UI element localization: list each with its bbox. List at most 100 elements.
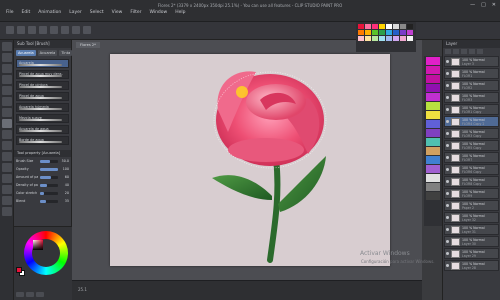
redo-icon[interactable] [50,26,58,34]
trash-icon[interactable] [477,49,483,54]
pencil-tool-icon[interactable] [2,108,12,117]
visibility-eye-icon[interactable] [446,228,449,231]
property-slider[interactable] [40,159,58,163]
saturation-value-square[interactable] [33,240,43,250]
menu-layer[interactable]: Layer [67,10,84,15]
property-slider[interactable] [40,183,58,187]
gradient-tool-icon[interactable] [2,185,12,194]
history-color-swatch[interactable] [426,192,440,200]
brush-item[interactable]: Borde de agua [16,136,69,145]
palette-color-swatch[interactable] [365,30,371,35]
palette-color-swatch[interactable] [379,24,385,29]
selection-tool-icon[interactable] [2,75,12,84]
visibility-eye-icon[interactable] [446,132,449,135]
layer-row[interactable]: 100 % Normal Layer 28 [444,260,499,271]
property-value[interactable]: 50.0 [60,159,69,163]
visibility-eye-icon[interactable] [446,156,449,159]
palette-color-swatch[interactable] [372,36,378,41]
history-color-swatch[interactable] [426,138,440,146]
new-folder-icon[interactable] [453,49,459,54]
layer-row[interactable]: 100 % Normal FLOR1 [444,68,499,79]
brush-item[interactable]: Pincel de agua muy dens. [16,70,69,79]
property-value[interactable]: 20 [60,191,69,195]
operation-tool-icon[interactable] [2,64,12,73]
layer-row[interactable]: 100 % Normal FLOR6 Copy [444,164,499,175]
layer-row[interactable]: 100 % Normal Layer 31 [444,224,499,235]
property-value[interactable]: 40 [60,183,69,187]
visibility-eye-icon[interactable] [446,168,449,171]
visibility-eye-icon[interactable] [446,72,449,75]
visibility-eye-icon[interactable] [446,120,449,123]
palette-color-swatch[interactable] [372,24,378,29]
menu-file[interactable]: File [4,10,16,15]
text-tool-icon[interactable] [2,207,12,216]
layer-row[interactable]: 100 % Normal FLOR1 Copy [444,104,499,115]
property-value[interactable]: 60 [60,175,69,179]
layer-row[interactable]: 100 % Normal FLOR5 Copy [444,140,499,151]
brush-tool-icon[interactable] [2,119,12,128]
palette-color-swatch[interactable] [358,36,364,41]
palette-color-swatch[interactable] [365,36,371,41]
layer-row[interactable]: 100 % Normal Layer 29 [444,248,499,259]
drawing-canvas[interactable] [110,54,390,266]
history-color-swatch[interactable] [426,156,440,164]
airbrush-tool-icon[interactable] [2,130,12,139]
history-color-swatch[interactable] [426,111,440,119]
maximize-icon[interactable]: □ [481,2,486,8]
history-color-swatch[interactable] [426,183,440,191]
menu-help[interactable]: Help [173,10,187,15]
visibility-eye-icon[interactable] [446,240,449,243]
palette-color-swatch[interactable] [393,36,399,41]
property-value[interactable]: 35 [60,199,69,203]
palette-color-swatch[interactable] [386,36,392,41]
zoom-readout[interactable]: 25.1 [78,287,87,292]
transform-icon[interactable] [72,26,80,34]
menu-window[interactable]: Window [147,10,169,15]
main-color-swatch[interactable] [16,267,22,273]
menu-select[interactable]: Select [88,10,106,15]
history-color-swatch[interactable] [426,165,440,173]
palette-color-swatch[interactable] [379,30,385,35]
layer-row[interactable]: 100 % Normal FLOR7 [444,152,499,163]
visibility-eye-icon[interactable] [446,144,449,147]
color-wheel[interactable] [24,231,68,275]
color-wheel-tab[interactable] [16,292,24,297]
tab-acuarela-1[interactable]: Acuarela [16,50,36,56]
layer-row[interactable]: 100 % Normal FLOR3 [444,92,499,103]
lock-icon[interactable] [461,49,467,54]
layer-row[interactable]: 100 % Normal FLOR8 Copy [444,176,499,187]
blend-tool-icon[interactable] [2,163,12,172]
layer-row[interactable]: 100 % Normal Layer 32 [444,212,499,223]
visibility-eye-icon[interactable] [446,180,449,183]
palette-color-swatch[interactable] [358,24,364,29]
palette-color-swatch[interactable] [386,24,392,29]
history-color-swatch[interactable] [426,84,440,92]
history-color-swatch[interactable] [426,120,440,128]
palette-color-swatch[interactable] [386,30,392,35]
property-slider[interactable] [40,167,58,171]
deselect-icon[interactable] [83,26,91,34]
zoom-tool-icon[interactable] [2,42,12,51]
visibility-eye-icon[interactable] [446,264,449,267]
brush-item[interactable]: Mezcla suave [16,114,69,123]
save-icon[interactable] [28,26,36,34]
fill-tool-icon[interactable] [2,174,12,183]
brush-item[interactable]: Acuarela húmeda [16,103,69,112]
undo-icon[interactable] [39,26,47,34]
palette-color-swatch[interactable] [400,30,406,35]
history-color-swatch[interactable] [426,147,440,155]
brush-item[interactable]: Acuarela [16,59,69,68]
new-file-icon[interactable] [6,26,14,34]
layer-row[interactable]: 100 % Normal FLOR2 [444,80,499,91]
palette-color-swatch[interactable] [365,24,371,29]
visibility-eye-icon[interactable] [446,216,449,219]
minimize-icon[interactable]: — [470,2,475,8]
property-value[interactable]: 100 [60,167,69,171]
property-slider[interactable] [40,199,58,203]
menu-view[interactable]: View [110,10,125,15]
new-layer-icon[interactable] [445,49,451,54]
palette-color-swatch[interactable] [400,36,406,41]
layer-row[interactable]: 100 % Normal FLOR4 Copy 2 [444,116,499,127]
layer-row[interactable]: 100 % Normal Paper 2 [444,200,499,211]
visibility-eye-icon[interactable] [446,84,449,87]
